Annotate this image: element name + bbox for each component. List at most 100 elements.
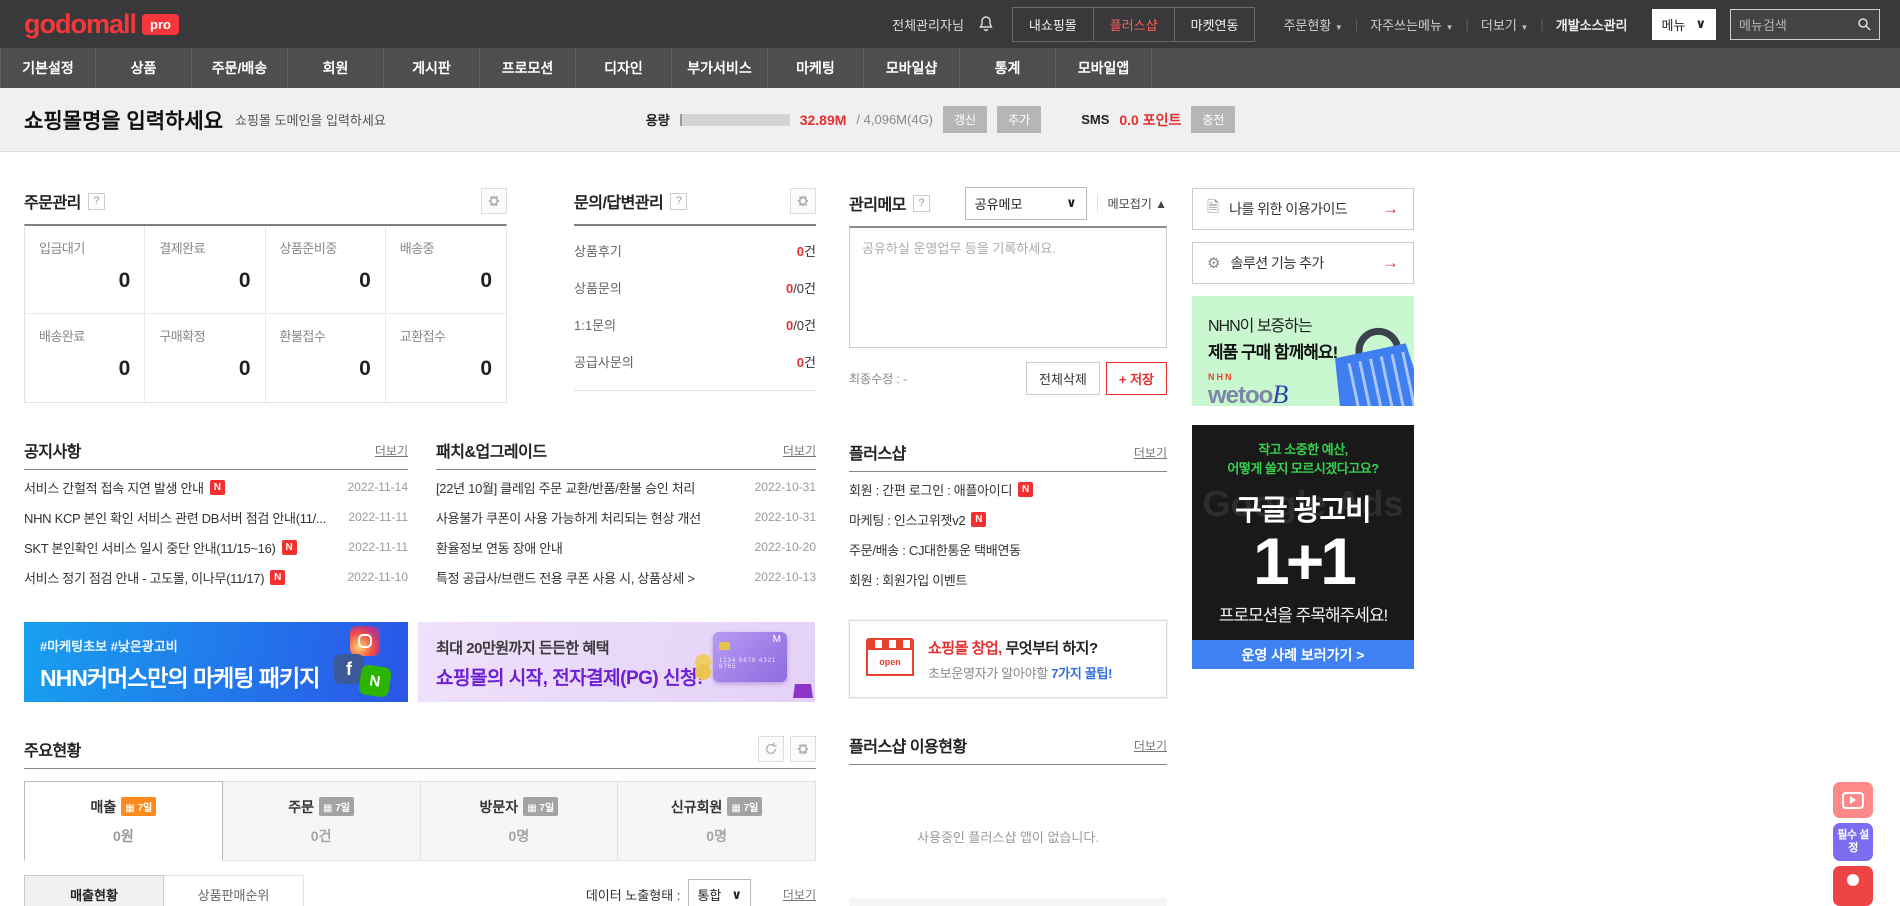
- patch-item[interactable]: 특정 공급사/브랜드 전용 쿠폰 사용 시, 상품상세 >2022-10-13: [436, 562, 816, 592]
- plus-shop-more-link[interactable]: 더보기: [1134, 444, 1167, 461]
- order-cell-payment-done[interactable]: 결제완료 0: [145, 226, 266, 314]
- nav-orders[interactable]: 주문/배송: [192, 48, 288, 88]
- shop-header-band: 쇼핑몰명을 입력하세요 쇼핑몰 도메인을 입력하세요 용량 32.89M / 4…: [0, 88, 1900, 152]
- google-ads-banner[interactable]: 작고 소중한 예산, 어떻게 쓸지 모르시겠다고요? Google Ads 구글…: [1192, 425, 1414, 669]
- nav-mobile-app[interactable]: 모바일앱: [1056, 48, 1152, 88]
- status-tab-orders[interactable]: 주문 ▦ 7일 0건: [222, 781, 421, 861]
- order-cell-confirmed[interactable]: 구매확정 0: [145, 314, 266, 402]
- link-plus-shop[interactable]: 플러스샵: [1094, 7, 1175, 41]
- usage-empty-message: 사용중인 플러스샵 앱이 없습니다.: [917, 830, 1099, 845]
- subtab-product-ranking[interactable]: 상품판매순위: [164, 875, 304, 906]
- notice-item[interactable]: SKT 본인확인 서비스 일시 중단 안내(11/15~16) N 2022-11-…: [24, 532, 408, 562]
- nav-mobile-shop[interactable]: 모바일샵: [864, 48, 960, 88]
- inquiry-row-supplier[interactable]: 공급사문의 0건: [574, 343, 816, 380]
- capacity-refresh-button[interactable]: 갱신: [943, 106, 988, 133]
- godomall-logo[interactable]: godomall: [24, 9, 137, 40]
- naver-icon: N: [358, 664, 392, 698]
- capacity-add-button[interactable]: 추가: [997, 106, 1042, 133]
- memo-save-button[interactable]: + 저장: [1105, 362, 1167, 395]
- nav-marketing[interactable]: 마케팅: [768, 48, 864, 88]
- order-cell-delivered[interactable]: 배송완료 0: [25, 314, 146, 402]
- status-tab-visitors[interactable]: 방문자 ▦ 7일 0명: [420, 781, 619, 861]
- memo-textarea[interactable]: [849, 226, 1167, 348]
- link-dev-source[interactable]: 개발소스관리: [1556, 15, 1628, 34]
- nav-members[interactable]: 회원: [288, 48, 384, 88]
- memo-type-select[interactable]: 공유메모 ∨: [964, 186, 1087, 220]
- notice-item[interactable]: 서비스 간헐적 접속 지연 발생 안내 N 2022-11-14: [24, 472, 408, 502]
- nav-promotions[interactable]: 프로모션: [480, 48, 576, 88]
- plus-shop-item[interactable]: 회원 : 간편 로그인 : 애플아이디 N: [849, 474, 1167, 504]
- plus-shop-item[interactable]: 마케팅 : 인스고위젯v2 N: [849, 504, 1167, 534]
- patch-item[interactable]: [22년 10월] 클레임 주문 교환/반품/환불 승인 처리 2022-10-3…: [436, 472, 816, 502]
- order-settings-button[interactable]: [481, 188, 507, 214]
- inquiry-row-product-qna[interactable]: 상품문의 0/0건: [574, 269, 816, 306]
- shop-name-title[interactable]: 쇼핑몰명을 입력하세요: [24, 105, 223, 135]
- commerce-plus-shop-banner[interactable]: COMMERCE 플러스샵: [849, 898, 1167, 906]
- menu-search-box: 메뉴검색: [1730, 8, 1880, 40]
- nav-addons[interactable]: 부가서비스: [672, 48, 768, 88]
- dropdown-favorites[interactable]: 자주쓰는메뉴 ▼: [1370, 15, 1453, 34]
- sms-charge-button[interactable]: 충전: [1191, 106, 1236, 133]
- order-cell-deposit-wait[interactable]: 입금대기 0: [25, 226, 146, 314]
- status-tab-new-members[interactable]: 신규회원 ▦ 7일 0명: [618, 781, 816, 861]
- dropdown-order-status[interactable]: 주문현황 ▼: [1283, 15, 1342, 34]
- order-cell-preparing[interactable]: 상품준비중 0: [265, 226, 386, 314]
- order-cell-exchange[interactable]: 교환접수 0: [386, 314, 506, 402]
- divider: |: [1354, 16, 1359, 32]
- play-icon: [1850, 796, 1856, 804]
- notice-item[interactable]: 서비스 정기 점검 안내 - 고도몰, 이나무(11/17) N 2022-11-1…: [24, 562, 408, 592]
- link-market-sync[interactable]: 마켓연동: [1175, 8, 1255, 41]
- plus-shop-item[interactable]: 주문/배송 : CJ대한통운 택배연동: [849, 534, 1167, 564]
- youtube-button[interactable]: [1833, 782, 1873, 818]
- order-management-panel: 주문관리 ? 입금대기 0 결제완료 0 상품준비중 0 배송중 0 배송완료 0 구매확…: [24, 188, 507, 403]
- capacity-used: 32.89M: [799, 111, 847, 128]
- notice-more-link[interactable]: 더보기: [375, 442, 408, 459]
- patch-item[interactable]: 사용불가 쿠폰이 사용 가능하게 처리되는 현상 개선 2022-10-31: [436, 502, 816, 532]
- dropdown-more[interactable]: 더보기 ▼: [1481, 15, 1528, 34]
- status-tab-sales[interactable]: 매출 ▦ 7일 0원: [24, 781, 223, 861]
- memo-collapse-toggle[interactable]: 메모접기 ▲: [1096, 194, 1167, 212]
- required-settings-button[interactable]: 필수 설정: [1833, 823, 1873, 861]
- plus-shop-item[interactable]: 회원 : 회원가입 이벤트: [849, 564, 1167, 594]
- status-settings-button[interactable]: [790, 736, 816, 762]
- shop-startup-tips-box[interactable]: open 쇼핑몰 창업, 무엇부터 하지? 초보운영자가 알아야할 7가지 꿀팁…: [848, 619, 1168, 699]
- patch-item[interactable]: 환율정보 연동 장애 안내 2022-10-20: [436, 532, 816, 562]
- menu-scope-select[interactable]: 메뉴 ∨: [1651, 8, 1716, 40]
- order-cell-shipping[interactable]: 배송중 0: [385, 226, 506, 314]
- inquiry-settings-button[interactable]: [790, 188, 816, 214]
- notice-item[interactable]: NHN KCP 본인 확인 서비스 관련 DB서버 점검 안내(11/... 20…: [24, 502, 408, 532]
- menu-search-input[interactable]: 메뉴검색: [1739, 15, 1857, 34]
- inquiry-row-reviews[interactable]: 상품후기 0건: [574, 232, 816, 269]
- link-my-shop[interactable]: 내쇼핑몰: [1013, 7, 1094, 41]
- nav-statistics[interactable]: 통계: [960, 48, 1056, 88]
- help-icon[interactable]: ?: [670, 192, 688, 210]
- marketing-package-banner[interactable]: #마케팅초보 #낮은광고비 NHN커머스만의 마케팅 패키지 f N: [24, 622, 408, 702]
- nav-products[interactable]: 상품: [96, 48, 192, 88]
- nav-basic-settings[interactable]: 기본설정: [0, 48, 96, 88]
- wetoo-banner[interactable]: NHN이 보증하는 제품 구매 함께해요! NHN wetooB: [1192, 296, 1414, 406]
- usage-more-link[interactable]: 더보기: [1134, 737, 1167, 754]
- subtab-sales-status[interactable]: 매출현황: [24, 875, 164, 906]
- help-icon[interactable]: ?: [87, 192, 105, 210]
- bell-icon[interactable]: [978, 16, 994, 32]
- nav-boards[interactable]: 게시판: [384, 48, 480, 88]
- order-cell-refund[interactable]: 환불접수 0: [266, 314, 386, 402]
- patch-title: 패치&업그레이드: [436, 444, 547, 461]
- patch-more-link[interactable]: 더보기: [783, 442, 816, 459]
- help-icon[interactable]: ?: [912, 194, 930, 212]
- chevron-down-icon: ▼: [1520, 22, 1529, 32]
- see-cases-button[interactable]: 운영 사례 보러가기 >: [1192, 640, 1414, 669]
- calendar-badge: ▦ 7일: [121, 797, 157, 816]
- display-type-select[interactable]: 통합 ∨: [688, 879, 751, 906]
- pg-apply-banner[interactable]: 최대 20만원까지 든든한 혜택 쇼핑몰의 시작, 전자결제(PG) 신청! M…: [418, 622, 815, 702]
- memo-clear-button[interactable]: 전체삭제: [1026, 362, 1100, 395]
- usage-guide-button[interactable]: 🗎 나를 위한 이용가이드 →: [1192, 188, 1414, 230]
- status-refresh-button[interactable]: [758, 736, 784, 762]
- inquiry-row-one-to-one[interactable]: 1:1문의 0/0건: [574, 306, 816, 343]
- solution-feature-button[interactable]: ⚙ 솔루션 기능 추가 →: [1192, 242, 1414, 284]
- nav-design[interactable]: 디자인: [576, 48, 672, 88]
- status-more-link[interactable]: 더보기: [783, 886, 816, 903]
- search-icon[interactable]: [1857, 17, 1871, 31]
- arrow-right-icon: →: [1382, 199, 1399, 218]
- support-button[interactable]: [1833, 866, 1873, 906]
